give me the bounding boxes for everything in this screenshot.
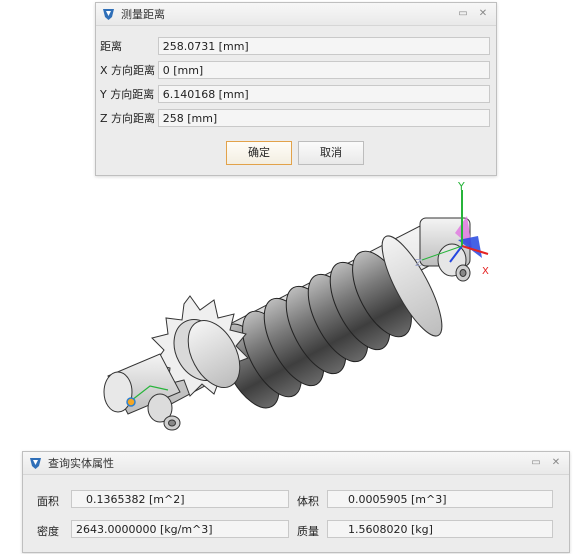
entity-properties-dialog: 查询实体属性 ▭ ✕ 面积 0.1365382 [m^2] 体积 0.00059… (22, 451, 570, 553)
distance-label: 距离 (100, 40, 122, 53)
cancel-button[interactable]: 取消 (298, 141, 364, 165)
measure-distance-dialog: 测量距离 ▭ ✕ 距离 258.0731 [mm] X 方向距离 0 [mm] … (95, 2, 497, 176)
y-distance-field[interactable]: 6.140168 [mm] (157, 85, 490, 103)
area-field[interactable]: 0.1365382 [m^2] (71, 490, 289, 508)
y-distance-label: Y 方向距离 (100, 88, 155, 101)
axis-x-label: X (482, 266, 489, 277)
distance-row: 距离 258.0731 [mm] (100, 34, 490, 58)
pin-icon[interactable]: ▭ (529, 456, 543, 470)
z-distance-field[interactable]: 258 [mm] (157, 109, 490, 127)
close-icon[interactable]: ✕ (476, 7, 490, 21)
app-logo-icon (102, 8, 115, 21)
3d-viewport[interactable]: Y X Z (0, 178, 574, 448)
volume-field[interactable]: 0.0005905 [m^3] (327, 490, 553, 508)
mass-field[interactable]: 1.5608020 [kg] (327, 520, 553, 538)
y-distance-row: Y 方向距离 6.140168 [mm] (100, 82, 490, 106)
z-distance-label: Z 方向距离 (100, 112, 156, 125)
properties-dialog-title: 查询实体属性 (48, 457, 114, 470)
properties-dialog-titlebar: 查询实体属性 ▭ ✕ (23, 452, 569, 475)
measure-dialog-title: 测量距离 (121, 8, 165, 21)
pin-icon[interactable]: ▭ (456, 7, 470, 21)
x-distance-row: X 方向距离 0 [mm] (100, 58, 490, 82)
axis-z-label: Z (415, 258, 422, 269)
z-distance-row: Z 方向距离 258 [mm] (100, 106, 490, 130)
volume-label: 体积 (297, 495, 319, 508)
app-logo-icon (29, 457, 42, 470)
axis-y-label: Y (457, 180, 465, 193)
ok-button[interactable]: 确定 (226, 141, 292, 165)
area-label: 面积 (37, 495, 59, 508)
close-icon[interactable]: ✕ (549, 456, 563, 470)
x-distance-field[interactable]: 0 [mm] (157, 61, 490, 79)
distance-field[interactable]: 258.0731 [mm] (157, 37, 490, 55)
density-label: 密度 (37, 525, 59, 538)
measure-dialog-titlebar: 测量距离 ▭ ✕ (96, 3, 496, 26)
shock-absorber-model[interactable] (103, 217, 471, 431)
mass-label: 质量 (297, 525, 319, 538)
x-distance-label: X 方向距离 (100, 64, 156, 77)
density-field[interactable]: 2643.0000000 [kg/m^3] (71, 520, 289, 538)
